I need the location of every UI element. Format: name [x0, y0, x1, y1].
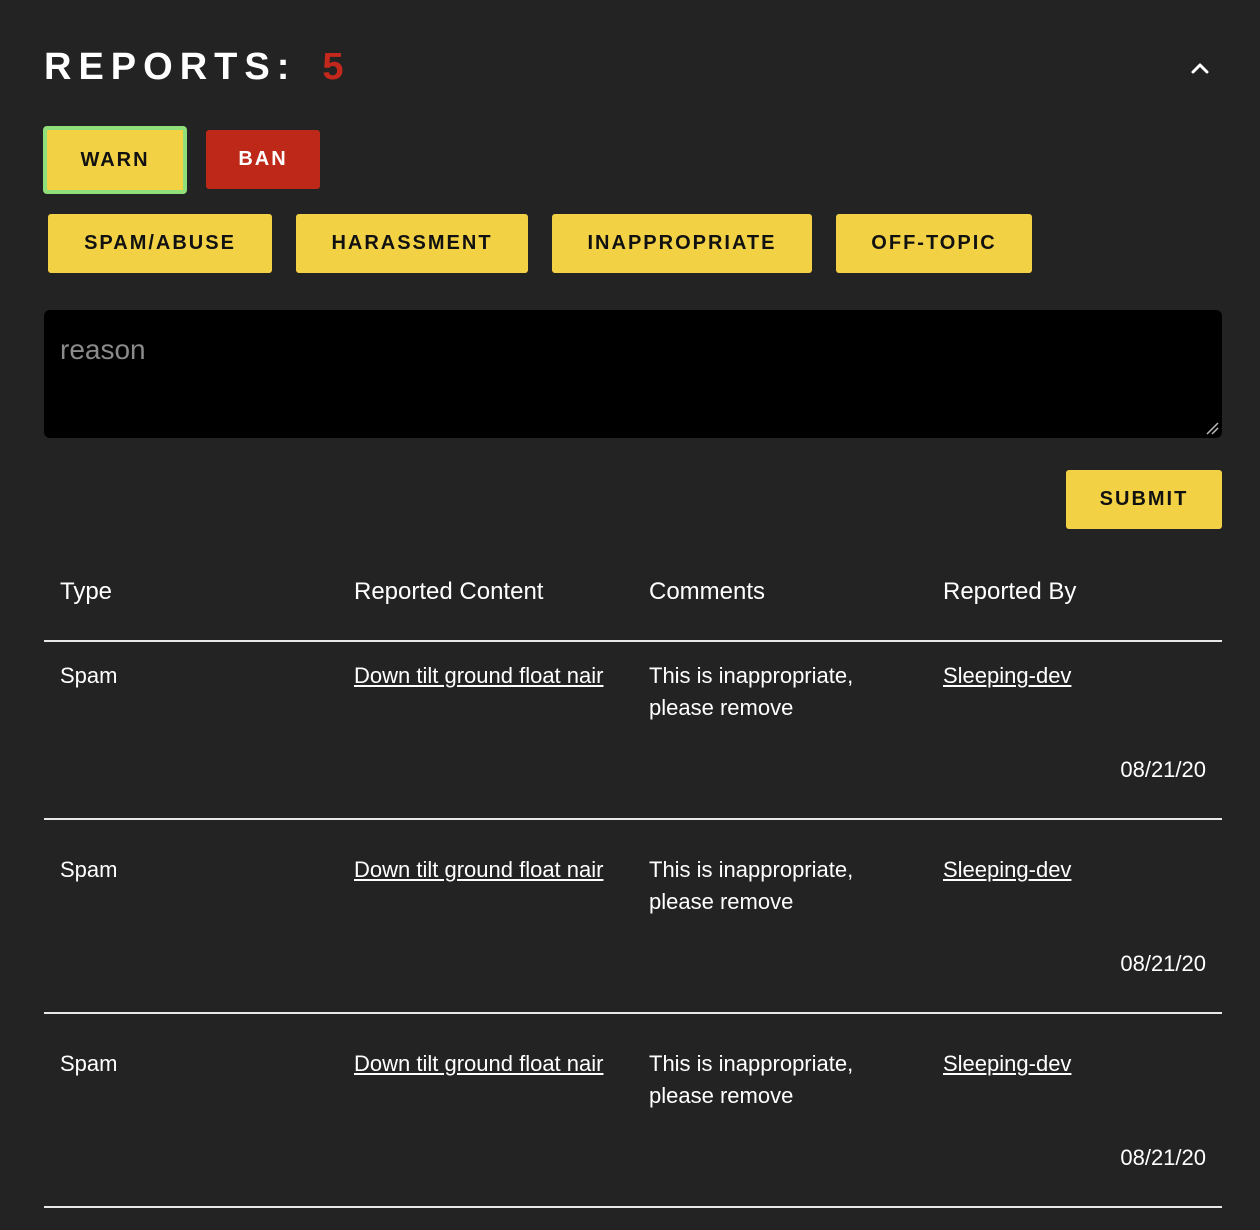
reporter-link[interactable]: Sleeping-dev	[943, 1051, 1071, 1076]
column-header-reported-content: Reported Content	[354, 578, 544, 605]
reporter-link[interactable]: Sleeping-dev	[943, 663, 1071, 688]
reason-textarea[interactable]	[44, 310, 1222, 438]
row-comment: This is inappropriate, please remove	[649, 663, 854, 720]
collapse-button[interactable]	[1190, 58, 1210, 78]
row-reported-by: Sleeping-dev	[943, 854, 1071, 886]
submit-button[interactable]: SUBMIT	[1066, 470, 1222, 529]
table-row: Spam Down tilt ground float nair This is…	[44, 820, 1222, 1014]
reported-content-link[interactable]: Down tilt ground float nair	[354, 857, 603, 882]
row-date: 08/21/20	[1120, 951, 1206, 976]
row-reported-content: Down tilt ground float nair	[354, 1048, 614, 1080]
reports-panel: REPORTS: 5 WARN BAN SPAM/ABUSE HARASSMEN…	[0, 0, 1260, 1230]
row-comment: This is inappropriate, please remove	[649, 857, 854, 914]
column-header-reported-by: Reported By	[943, 578, 1077, 605]
row-comment: This is inappropriate, please remove	[649, 1051, 854, 1108]
column-header-comments: Comments	[649, 578, 766, 605]
row-type: Spam	[60, 663, 118, 688]
ban-button[interactable]: BAN	[206, 130, 320, 189]
row-type: Spam	[60, 1051, 118, 1076]
table-row: Spam Down tilt ground float nair This is…	[44, 1014, 1222, 1208]
chevron-up-icon	[1190, 58, 1210, 78]
row-date: 08/21/20	[1120, 757, 1206, 782]
row-type: Spam	[60, 857, 118, 882]
row-reported-by: Sleeping-dev	[943, 660, 1071, 692]
table-row: Spam Down tilt ground float nair This is…	[44, 626, 1222, 820]
row-reported-content: Down tilt ground float nair	[354, 660, 614, 692]
row-reported-content: Down tilt ground float nair	[354, 854, 614, 886]
column-header-type: Type	[60, 578, 113, 605]
reporter-link[interactable]: Sleeping-dev	[943, 857, 1071, 882]
row-reported-by: Sleeping-dev	[943, 1048, 1071, 1080]
category-harassment-button[interactable]: HARASSMENT	[296, 214, 528, 273]
resize-grip-icon[interactable]	[1206, 422, 1219, 435]
reported-content-link[interactable]: Down tilt ground float nair	[354, 1051, 603, 1076]
category-inappropriate-button[interactable]: INAPPROPRIATE	[552, 214, 812, 273]
category-spam-abuse-button[interactable]: SPAM/ABUSE	[48, 214, 272, 273]
reports-header: REPORTS: 5	[44, 42, 344, 92]
warn-button[interactable]: WARN	[44, 127, 186, 193]
reports-title: REPORTS:	[44, 45, 297, 88]
reports-count: 5	[322, 45, 344, 88]
reported-content-link[interactable]: Down tilt ground float nair	[354, 663, 603, 688]
row-date: 08/21/20	[1120, 1145, 1206, 1170]
category-off-topic-button[interactable]: OFF-TOPIC	[836, 214, 1032, 273]
